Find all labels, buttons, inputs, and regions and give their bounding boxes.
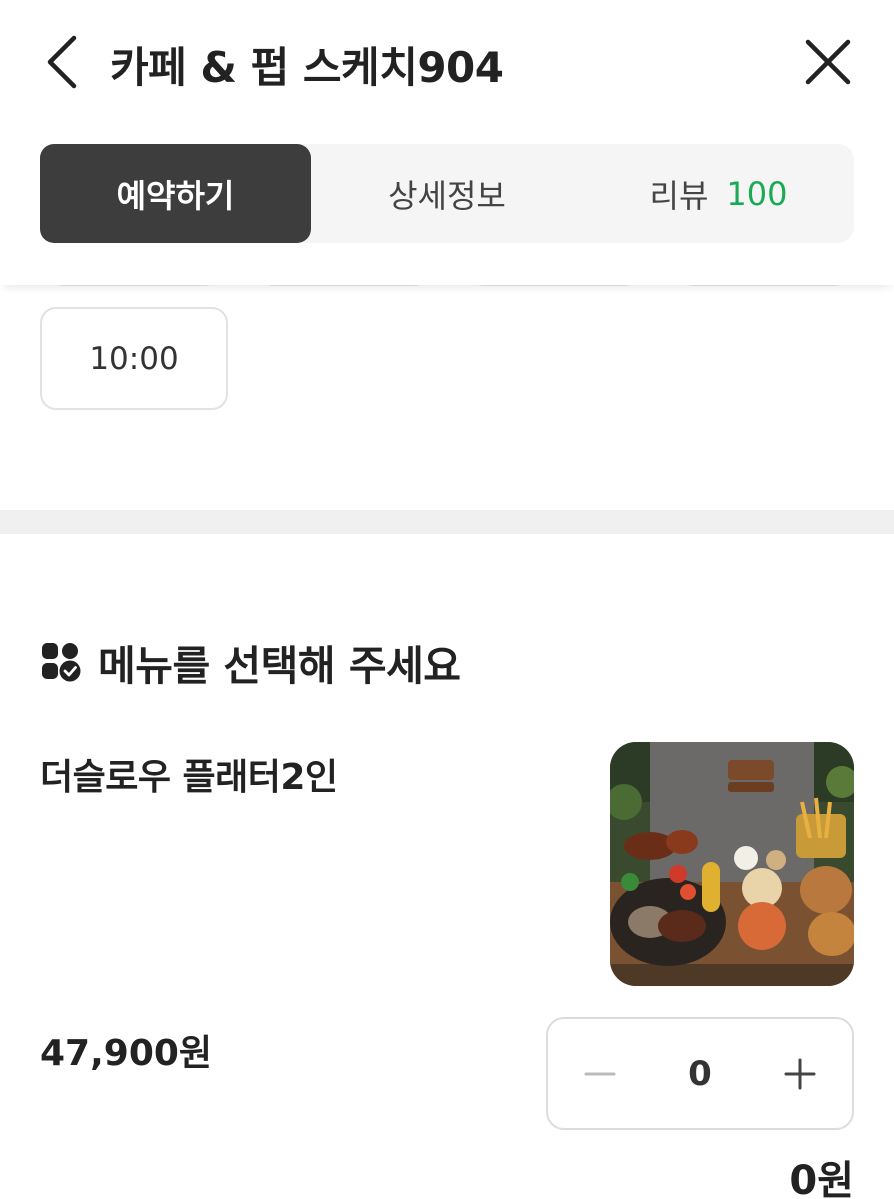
tab-bar: 예약하기 상세정보 리뷰 100: [40, 144, 854, 243]
time-slot-button[interactable]: 10:00: [40, 307, 228, 410]
increase-quantity-button[interactable]: [778, 1052, 822, 1096]
tab-reservation-label: 예약하기: [116, 176, 235, 215]
tab-reviews[interactable]: 리뷰 100: [583, 144, 854, 243]
close-icon: [805, 39, 851, 85]
minus-icon: [584, 1072, 616, 1075]
chevron-left-icon: [47, 35, 77, 89]
reservation-page: 카페 & 펍 스케치904 예약하기 상세정보 리뷰 100 10:00 메뉴를…: [0, 0, 894, 1199]
decrease-quantity-button[interactable]: [578, 1052, 622, 1096]
food-platter-photo: [610, 742, 854, 986]
tab-reviews-label: 리뷰: [649, 176, 709, 215]
review-count: 100: [726, 174, 788, 213]
menu-item-image[interactable]: [610, 742, 854, 986]
back-button[interactable]: [36, 32, 86, 92]
quantity-value: 0: [688, 1053, 712, 1094]
section-divider: [0, 510, 894, 534]
close-button[interactable]: [798, 32, 858, 92]
page-title: 카페 & 펍 스케치904: [110, 43, 504, 92]
tab-details[interactable]: 상세정보: [311, 144, 583, 243]
quantity-stepper: 0: [546, 1017, 854, 1130]
menu-item-price: 47,900원: [40, 1033, 213, 1074]
menu-section-title: 메뉴를 선택해 주세요: [98, 642, 461, 690]
header: 카페 & 펍 스케치904: [0, 0, 894, 125]
menu-section-header: 메뉴를 선택해 주세요: [40, 632, 461, 692]
tab-details-label: 상세정보: [388, 176, 506, 215]
tab-bar-container: 예약하기 상세정보 리뷰 100: [0, 125, 894, 285]
plus-icon: [784, 1058, 816, 1089]
tab-reservation[interactable]: 예약하기: [40, 144, 311, 243]
menu-item-name: 더슬로우 플래터2인: [40, 757, 338, 798]
item-subtotal: 0원: [789, 1158, 854, 1199]
time-slot-label: 10:00: [89, 340, 179, 377]
menu-check-icon: [42, 643, 81, 682]
